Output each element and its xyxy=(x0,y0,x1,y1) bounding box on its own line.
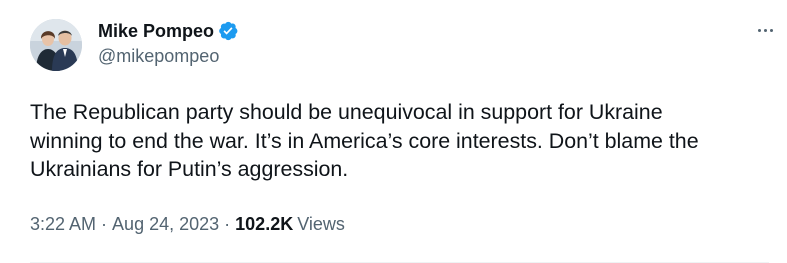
tweet-date[interactable]: Aug 24, 2023 xyxy=(112,214,219,235)
author-block: Mike Pompeo @mikepompeo xyxy=(98,19,239,67)
tweet-card[interactable]: Mike Pompeo @mikepompeo The Republican p… xyxy=(0,0,787,263)
views-count[interactable]: 102.2K xyxy=(235,214,293,235)
avatar-photo xyxy=(30,19,82,71)
avatar[interactable] xyxy=(30,19,82,71)
views-label[interactable]: Views xyxy=(297,214,345,235)
tweet-text: The Republican party should be unequivoc… xyxy=(30,100,699,181)
name-row: Mike Pompeo xyxy=(98,19,239,43)
handle[interactable]: @mikepompeo xyxy=(98,46,239,67)
display-name[interactable]: Mike Pompeo xyxy=(98,21,214,42)
more-options-icon[interactable] xyxy=(751,18,779,42)
meta-separator-2: · xyxy=(224,214,231,234)
tweet-meta: 3:22 AM · Aug 24, 2023 · 102.2K Views xyxy=(30,214,345,235)
verified-badge-icon[interactable] xyxy=(217,20,239,42)
tweet-time[interactable]: 3:22 AM xyxy=(30,214,96,235)
meta-separator: · xyxy=(101,214,108,234)
